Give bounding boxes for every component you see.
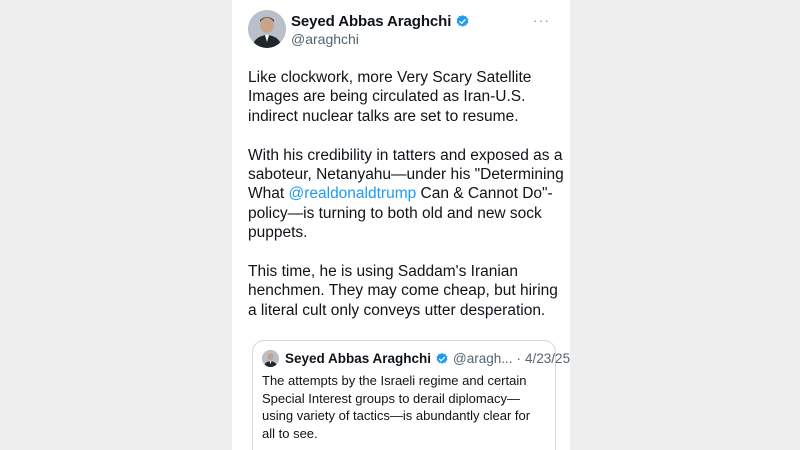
author-name[interactable]: Seyed Abbas Araghchi [291,13,451,30]
author-name-row: Seyed Abbas Araghchi [291,13,470,30]
quoted-tweet-text: The attempts by the Israeli regime and c… [262,373,531,441]
quoted-tweet-date: 4/23/25 [525,351,570,366]
verified-badge-icon [436,352,448,364]
tweet-paragraph: Like clockwork, more Very Scary Satellit… [248,69,532,125]
mention-link[interactable]: @realdonaldtrump [288,185,416,202]
quoted-tweet[interactable]: Seyed Abbas Araghchi @aragh... · 4/23/25… [252,340,570,450]
verified-badge-icon [456,14,469,27]
avatar-portrait-icon [262,350,279,367]
quoted-author-avatar [262,350,279,367]
quoted-author-name: Seyed Abbas Araghchi [285,351,432,366]
tweet-paragraph: This time, he is using Saddam's Iranian … [248,263,558,319]
tweet-card: Seyed Abbas Araghchi @araghchi ··· Like … [232,0,570,450]
tweet-header: Seyed Abbas Araghchi @araghchi ··· [248,10,556,50]
meta-separator: · [516,351,522,366]
tweet-text: Like clockwork, more Very Scary Satellit… [248,68,566,340]
tweet-paragraph: With his credibility in tatters and expo… [248,146,566,243]
avatar-portrait-icon [248,10,286,48]
quoted-author-handle: @aragh... [453,351,513,366]
author-handle[interactable]: @araghchi [291,31,359,47]
quoted-tweet-header: Seyed Abbas Araghchi @aragh... · 4/23/25 [262,350,570,367]
author-avatar[interactable] [248,10,286,48]
more-options-icon[interactable]: ··· [533,12,550,28]
